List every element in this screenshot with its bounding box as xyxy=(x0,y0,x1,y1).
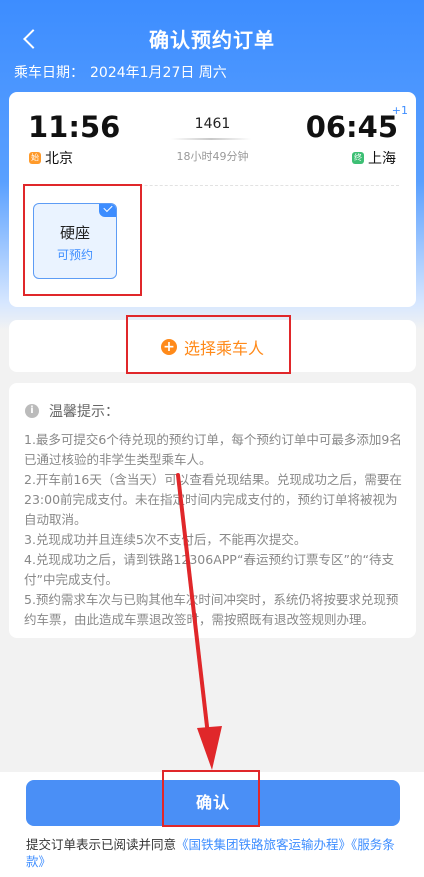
agreement-text: 提交订单表示已阅读并同意《国铁集团铁路旅客运输办程》《服务条款》 xyxy=(26,836,411,870)
tip-line: 4.兑现成功之后，请到铁路12306APP“春运预约订票专区”的“待支付”中完成… xyxy=(24,552,394,587)
annotation-box-seat xyxy=(23,184,142,296)
annotation-box-confirm xyxy=(162,770,260,827)
tip-line: 3.兑现成功并且连续5次不支付后，不能再次提交。 xyxy=(24,532,307,547)
travel-date-value: 2024年1月27日 周六 xyxy=(90,65,227,81)
arrival-station-name: 上海 xyxy=(368,151,396,167)
info-icon: i xyxy=(25,404,39,418)
agreement-prefix: 提交订单表示已阅读并同意 xyxy=(26,837,177,852)
arrival-day-offset: +1 xyxy=(391,104,408,117)
tip-line: 1.最多可提交6个待兑现的预约订单，每个预约订单中可最多添加9名已通过核验的非学… xyxy=(24,432,402,467)
railway-rules-link[interactable]: 《国铁集团铁路旅客运输办程》 xyxy=(176,837,351,852)
tips-body: 1.最多可提交6个待兑现的预约订单，每个预约订单中可最多添加9名已通过核验的非学… xyxy=(24,430,404,630)
travel-date: 乘车日期： 2024年1月27日 周六 xyxy=(14,62,233,82)
arrival-time: 06:45 xyxy=(305,110,398,144)
tips-header: i 温馨提示： xyxy=(25,401,119,421)
tip-line: 2.开车前16天（含当天）可以查看兑现结果。兑现成功之后，需要在23:00前完成… xyxy=(24,472,402,527)
route-line xyxy=(171,138,251,140)
tips-card: i 温馨提示： 1.最多可提交6个待兑现的预约订单，每个预约订单中可最多添加9名… xyxy=(9,383,416,638)
travel-date-label: 乘车日期： xyxy=(14,65,84,81)
page-title: 确认预约订单 xyxy=(149,28,275,52)
arrival-station: 终 上海 xyxy=(352,148,396,168)
terminal-badge-icon: 终 xyxy=(352,152,364,164)
tips-title: 温馨提示： xyxy=(49,404,119,420)
tip-line: 5.预约需求车次与已购其他车次时间冲突时，系统仍将按要求兑现预约车票，由此造成车… xyxy=(24,592,399,627)
annotation-box-passenger xyxy=(126,315,291,374)
